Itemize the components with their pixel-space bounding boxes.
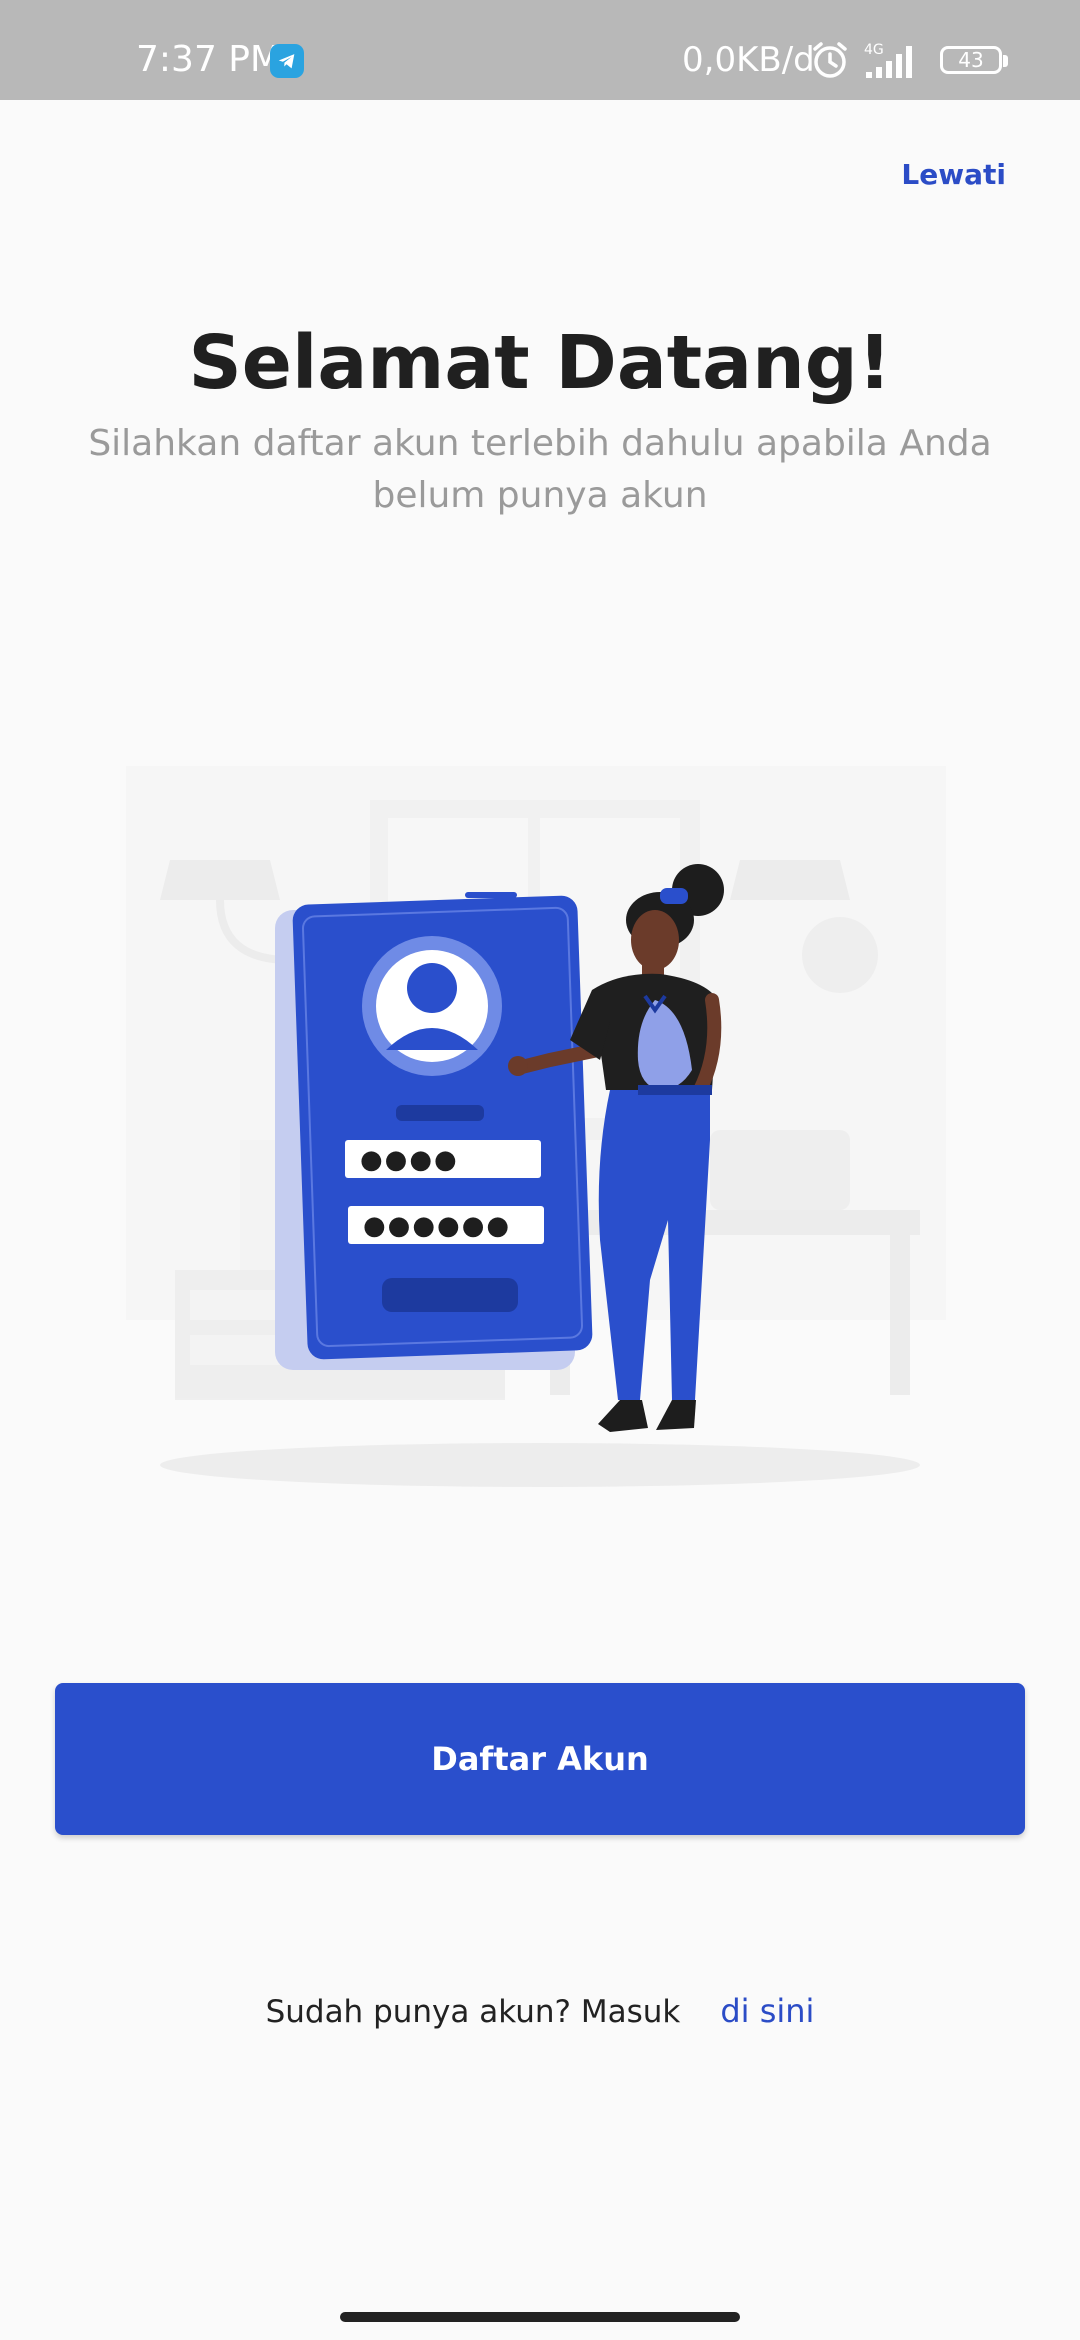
password-dots-1: ●●●● xyxy=(360,1145,459,1175)
login-prompt-text: Sudah punya akun? Masuk xyxy=(265,1994,681,2030)
status-time: 7:37 PM xyxy=(136,39,282,80)
network-type: 4G xyxy=(864,42,884,58)
skip-link[interactable]: Lewati xyxy=(901,158,1006,191)
status-bar: 7:37 PM 0,0KB/d 4G 43 xyxy=(0,0,1080,100)
telegram-icon xyxy=(270,44,304,78)
avatar-icon xyxy=(407,963,457,1013)
mock-login-button xyxy=(382,1278,518,1312)
page-subtitle: Silahkan daftar akun terlebih dahulu apa… xyxy=(88,423,992,516)
login-illustration: ●●●● ●●●●●● xyxy=(126,766,946,1487)
home-indicator[interactable] xyxy=(340,2312,740,2322)
signal-icon: 4G xyxy=(862,40,928,80)
phone-mockup: ●●●● ●●●●●● xyxy=(292,892,593,1360)
login-prompt-row: Sudah punya akun? Masuk di sini xyxy=(0,1986,1080,2037)
alarm-icon xyxy=(810,40,850,80)
network-speed: 0,0KB/d xyxy=(682,40,815,80)
login-link[interactable]: di sini xyxy=(720,1992,814,2030)
floor-shadow xyxy=(160,1443,920,1487)
battery-icon: 43 xyxy=(940,46,1012,78)
register-button[interactable]: Daftar Akun xyxy=(55,1683,1025,1835)
page-title: Selamat Datang! xyxy=(188,320,892,406)
battery-level: 43 xyxy=(958,48,984,72)
password-dots-2: ●●●●●● xyxy=(363,1211,511,1241)
